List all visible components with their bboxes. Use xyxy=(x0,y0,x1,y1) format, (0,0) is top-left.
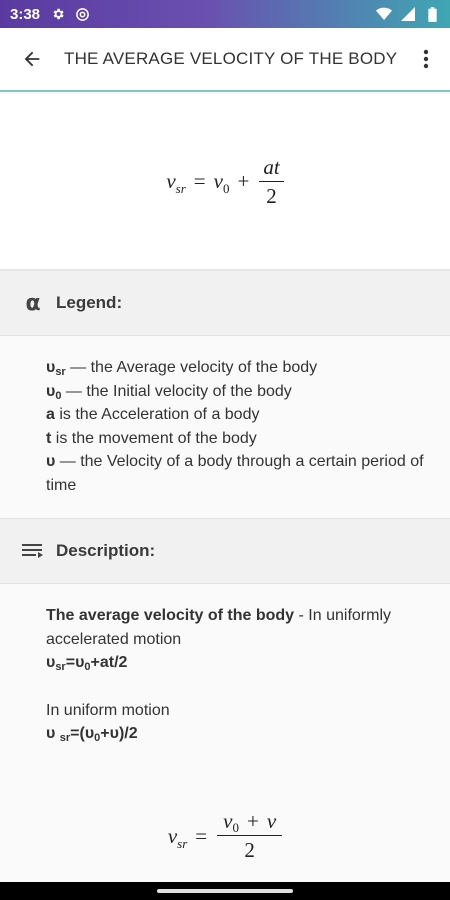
formula-lhs: vsr xyxy=(166,169,186,196)
formula-initial-velocity: v0 xyxy=(213,169,230,196)
description-formula-accelerated: υsr=υ0+at/2 xyxy=(46,654,128,673)
legend-item: υ0 — the Initial velocity of the body xyxy=(46,382,292,402)
formula-fraction: at 2 xyxy=(259,156,284,208)
legend-item: a is the Acceleration of a body xyxy=(46,406,260,423)
fraction-denominator: 2 xyxy=(266,183,277,208)
formula-fraction: v0 + v 2 xyxy=(217,811,283,862)
description-formula-uniform: υ sr=(υ0+υ)/2 xyxy=(46,725,138,744)
app-toolbar: THE AVERAGE VELOCITY OF THE BODY xyxy=(0,28,450,92)
page-title: THE AVERAGE VELOCITY OF THE BODY xyxy=(64,49,398,68)
more-options-button[interactable] xyxy=(402,27,450,91)
system-nav-bar xyxy=(0,882,450,900)
fraction-numerator: at xyxy=(259,156,284,182)
signal-icon xyxy=(400,6,416,22)
home-gesture-handle[interactable] xyxy=(157,889,293,893)
status-right xyxy=(376,6,440,22)
battery-icon xyxy=(424,6,440,22)
status-time: 3:38 xyxy=(10,5,41,23)
description-header: Description: xyxy=(0,518,450,584)
description-lead: The average velocity of the body - In un… xyxy=(46,607,391,648)
fraction-numerator: v0 + v xyxy=(217,811,283,836)
description-uniform-label: In uniform motion xyxy=(46,701,170,719)
formula-plus: + xyxy=(237,169,250,193)
back-button[interactable] xyxy=(0,27,64,91)
gear-icon xyxy=(50,6,66,22)
description-body: The average velocity of the body - In un… xyxy=(46,604,430,746)
description-title: Description: xyxy=(56,541,156,560)
formula-equals: = xyxy=(193,169,206,193)
formula-lhs: vsr xyxy=(167,823,188,851)
arrow-back-icon xyxy=(24,51,40,67)
formula-equals: = xyxy=(195,823,208,848)
legend-header: α Legend: xyxy=(0,270,450,336)
alpha-icon: α xyxy=(25,290,41,316)
legend-item: υ — the Velocity of a body through a cer… xyxy=(46,453,424,494)
legend-item: υsr — the Average velocity of the body xyxy=(46,359,318,378)
legend-list: υsr — the Average velocity of the body υ… xyxy=(46,356,430,497)
more-vert-icon xyxy=(423,49,429,69)
fraction-denominator: 2 xyxy=(244,838,255,862)
at-icon xyxy=(74,6,90,22)
wifi-icon xyxy=(376,6,392,22)
notes-icon xyxy=(20,543,46,559)
formula-average-velocity: vsr = v0 + at 2 xyxy=(0,94,450,270)
legend-title: Legend: xyxy=(56,293,123,312)
formula-uniform-velocity: vsr = v0 + v 2 xyxy=(0,790,450,882)
status-bar: 3:38 xyxy=(0,0,450,28)
legend-item: t is the movement of the body xyxy=(46,429,257,447)
